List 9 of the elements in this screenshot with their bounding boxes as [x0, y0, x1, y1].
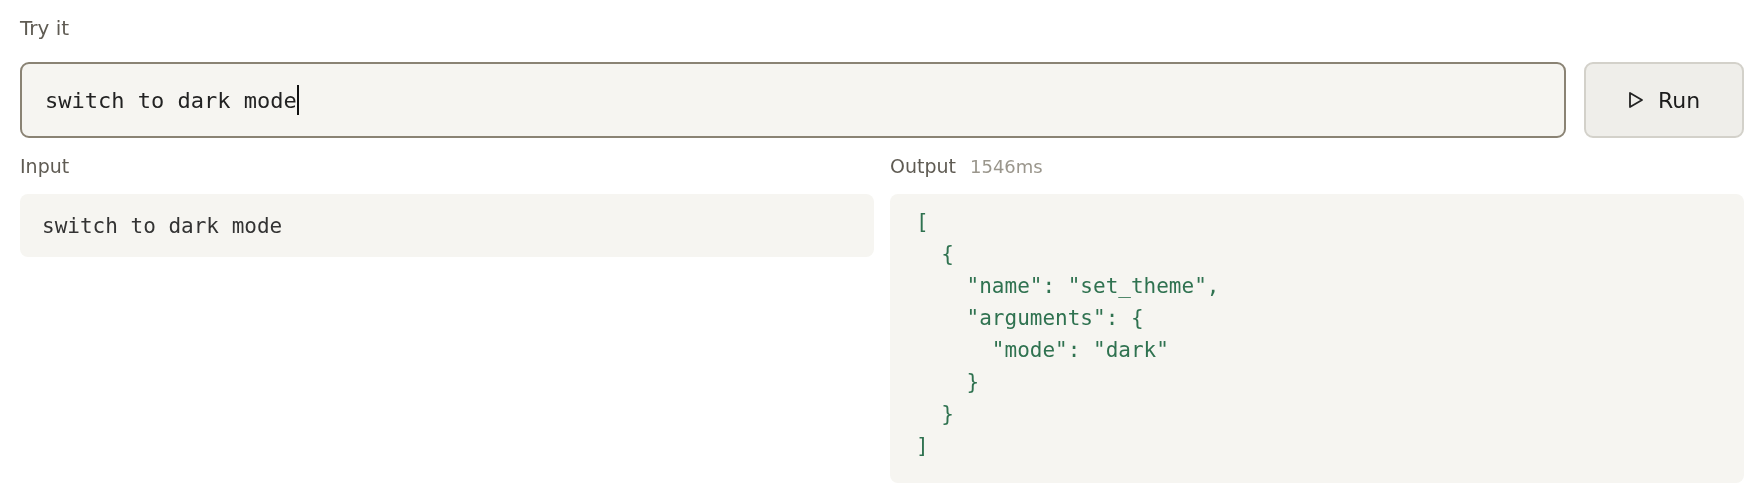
prompt-field[interactable]: switch to dark mode — [20, 62, 1566, 138]
run-button[interactable]: Run — [1584, 62, 1744, 138]
play-icon — [1627, 91, 1644, 109]
panel-label: Input — [20, 154, 71, 179]
panel-label: Output — [890, 154, 956, 179]
output-code: [ { "name": "set_theme", "arguments": { "mode": "dark" } } ] — [890, 194, 1744, 483]
input-text: switch to dark mode — [20, 194, 874, 257]
section-heading: Try it — [20, 16, 71, 42]
duration-text: 1546ms — [970, 155, 1043, 179]
